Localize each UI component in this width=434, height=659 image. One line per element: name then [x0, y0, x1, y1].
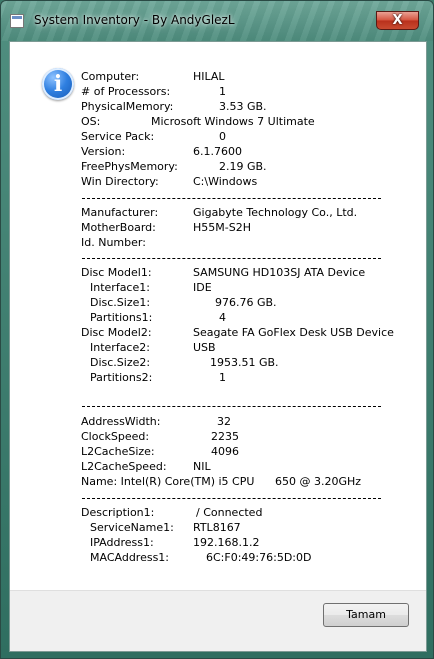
separator: [82, 406, 381, 407]
row-value: NIL: [193, 460, 211, 473]
row-value: / Connected: [196, 506, 263, 519]
row-label: Computer:: [81, 70, 140, 83]
close-icon: X: [392, 13, 403, 28]
row-manufacturer: Manufacturer: Gigabyte Technology Co., Lt…: [81, 205, 411, 220]
row-value: Microsoft Windows 7 Ultimate: [151, 115, 315, 128]
row-label: Disc Model2:: [81, 326, 152, 339]
row-version: Version: 6.1.7600: [81, 144, 411, 159]
row-label: AddressWidth:: [81, 415, 161, 428]
row-value: 4: [219, 311, 226, 324]
row-label: Disc.Size2:: [90, 356, 151, 369]
separator: [82, 258, 381, 259]
row-value: 3.53 GB.: [219, 100, 267, 113]
app-window-icon: [10, 14, 24, 28]
row-label: Partitions1:: [90, 311, 153, 324]
row-value: H55M-S2H: [193, 221, 251, 234]
row-label: Name: Intel(R) Core(TM) i5 CPU: [81, 475, 255, 488]
row-value: 2.19 GB.: [219, 160, 267, 173]
row-os: OS: Microsoft Windows 7 Ultimate: [81, 114, 411, 129]
row-label: Disc Model1:: [81, 266, 152, 279]
row-l2-cache-size: L2CacheSize: 4096: [81, 444, 411, 459]
row-win-directory: Win Directory: C:\Windows: [81, 174, 411, 189]
row-label: PhysicalMemory:: [81, 100, 174, 113]
window-title: System Inventory - By AndyGlezL: [34, 13, 235, 27]
row-label: ServiceName1:: [90, 521, 174, 534]
row-l2-cache-speed: L2CacheSpeed: NIL: [81, 459, 411, 474]
row-label: L2CacheSize:: [81, 445, 155, 458]
row-label: Version:: [81, 145, 126, 158]
window-frame: System Inventory - By AndyGlezL X i Comp…: [0, 0, 434, 659]
row-value: SAMSUNG HD103SJ ATA Device: [193, 266, 366, 279]
row-label: Win Directory:: [81, 175, 159, 188]
row-value: USB: [193, 341, 216, 354]
row-value: 2235: [211, 430, 239, 443]
row-label: MotherBoard:: [81, 221, 156, 234]
dialog-body: i Computer: HILAL # of Processors: 1 Physi…: [9, 41, 427, 652]
row-disc-model1: Disc Model1: SAMSUNG HD103SJ ATA Device: [81, 265, 411, 280]
row-value: C:\Windows: [193, 175, 258, 188]
row-id-number: Id. Number:: [81, 235, 411, 250]
button-bar: Tamam: [10, 590, 426, 651]
row-service-name1: ServiceName1: RTL8167: [81, 520, 411, 535]
row-label: Description1:: [81, 506, 155, 519]
row-label: OS:: [81, 115, 101, 128]
row-motherboard: MotherBoard: H55M-S2H: [81, 220, 411, 235]
row-value: 0: [219, 130, 226, 143]
row-value: 32: [217, 415, 231, 428]
row-value: 4096: [211, 445, 239, 458]
row-value: 1: [219, 85, 226, 98]
row-mac-address1: MACAddress1: 6C:F0:49:76:5D:0D: [81, 550, 411, 565]
row-value: 192.168.1.2: [193, 536, 260, 549]
row-cpu-name: Name: Intel(R) Core(TM) i5 CPU 650 @ 3.20…: [81, 474, 411, 489]
row-partitions1: Partitions1: 4: [81, 310, 411, 325]
row-value: 1953.51 GB.: [210, 356, 279, 369]
separator: [82, 198, 381, 199]
row-interface1: Interface1: IDE: [81, 280, 411, 295]
row-disc-model2: Disc Model2: Seagate FA GoFlex Desk USB D…: [81, 325, 411, 340]
row-label: Manufacturer:: [81, 206, 159, 219]
ok-button[interactable]: Tamam: [323, 603, 409, 627]
row-clock-speed: ClockSpeed: 2235: [81, 429, 411, 444]
row-label: Partitions2:: [90, 371, 153, 384]
row-value: 976.76 GB.: [215, 296, 277, 309]
row-interface2: Interface2: USB: [81, 340, 411, 355]
row-label: Interface1:: [90, 281, 150, 294]
row-label: Disc.Size1:: [90, 296, 151, 309]
row-label: IPAddress1:: [90, 536, 154, 549]
row-label: ClockSpeed:: [81, 430, 150, 443]
title-bar[interactable]: System Inventory - By AndyGlezL X: [1, 1, 433, 41]
row-value: IDE: [193, 281, 212, 294]
row-disc-size1: Disc.Size1: 976.76 GB.: [81, 295, 411, 310]
row-label: MACAddress1:: [90, 551, 170, 564]
row-value: 650 @ 3.20GHz: [275, 475, 362, 488]
row-label: Interface2:: [90, 341, 150, 354]
row-label: Id. Number:: [81, 236, 146, 249]
row-value: HILAL: [193, 70, 225, 83]
row-value: 6.1.7600: [193, 145, 242, 158]
row-description1: Description1: / Connected: [81, 505, 411, 520]
row-ip-address1: IPAddress1: 192.168.1.2: [81, 535, 411, 550]
row-label: # of Processors:: [81, 85, 171, 98]
row-processors: # of Processors: 1: [81, 84, 411, 99]
row-free-memory: FreePhysMemory: 2.19 GB.: [81, 159, 411, 174]
row-value: 1: [219, 371, 226, 384]
row-value: Seagate FA GoFlex Desk USB Device: [193, 326, 394, 339]
row-label: Service Pack:: [81, 130, 155, 143]
row-value: RTL8167: [193, 521, 241, 534]
row-value: 6C:F0:49:76:5D:0D: [206, 551, 312, 564]
separator: [82, 498, 381, 499]
row-value: Gigabyte Technology Co., Ltd.: [193, 206, 358, 219]
row-label: FreePhysMemory:: [81, 160, 178, 173]
row-label: L2CacheSpeed:: [81, 460, 167, 473]
row-disc-size2: Disc.Size2: 1953.51 GB.: [81, 355, 411, 370]
info-icon: i: [42, 68, 74, 100]
row-address-width: AddressWidth: 32: [81, 414, 411, 429]
row-partitions2: Partitions2: 1: [81, 370, 411, 385]
close-button[interactable]: X: [376, 11, 419, 30]
row-service-pack: Service Pack: 0: [81, 129, 411, 144]
row-physical-memory: PhysicalMemory: 3.53 GB.: [81, 99, 411, 114]
row-computer: Computer: HILAL: [81, 69, 411, 84]
